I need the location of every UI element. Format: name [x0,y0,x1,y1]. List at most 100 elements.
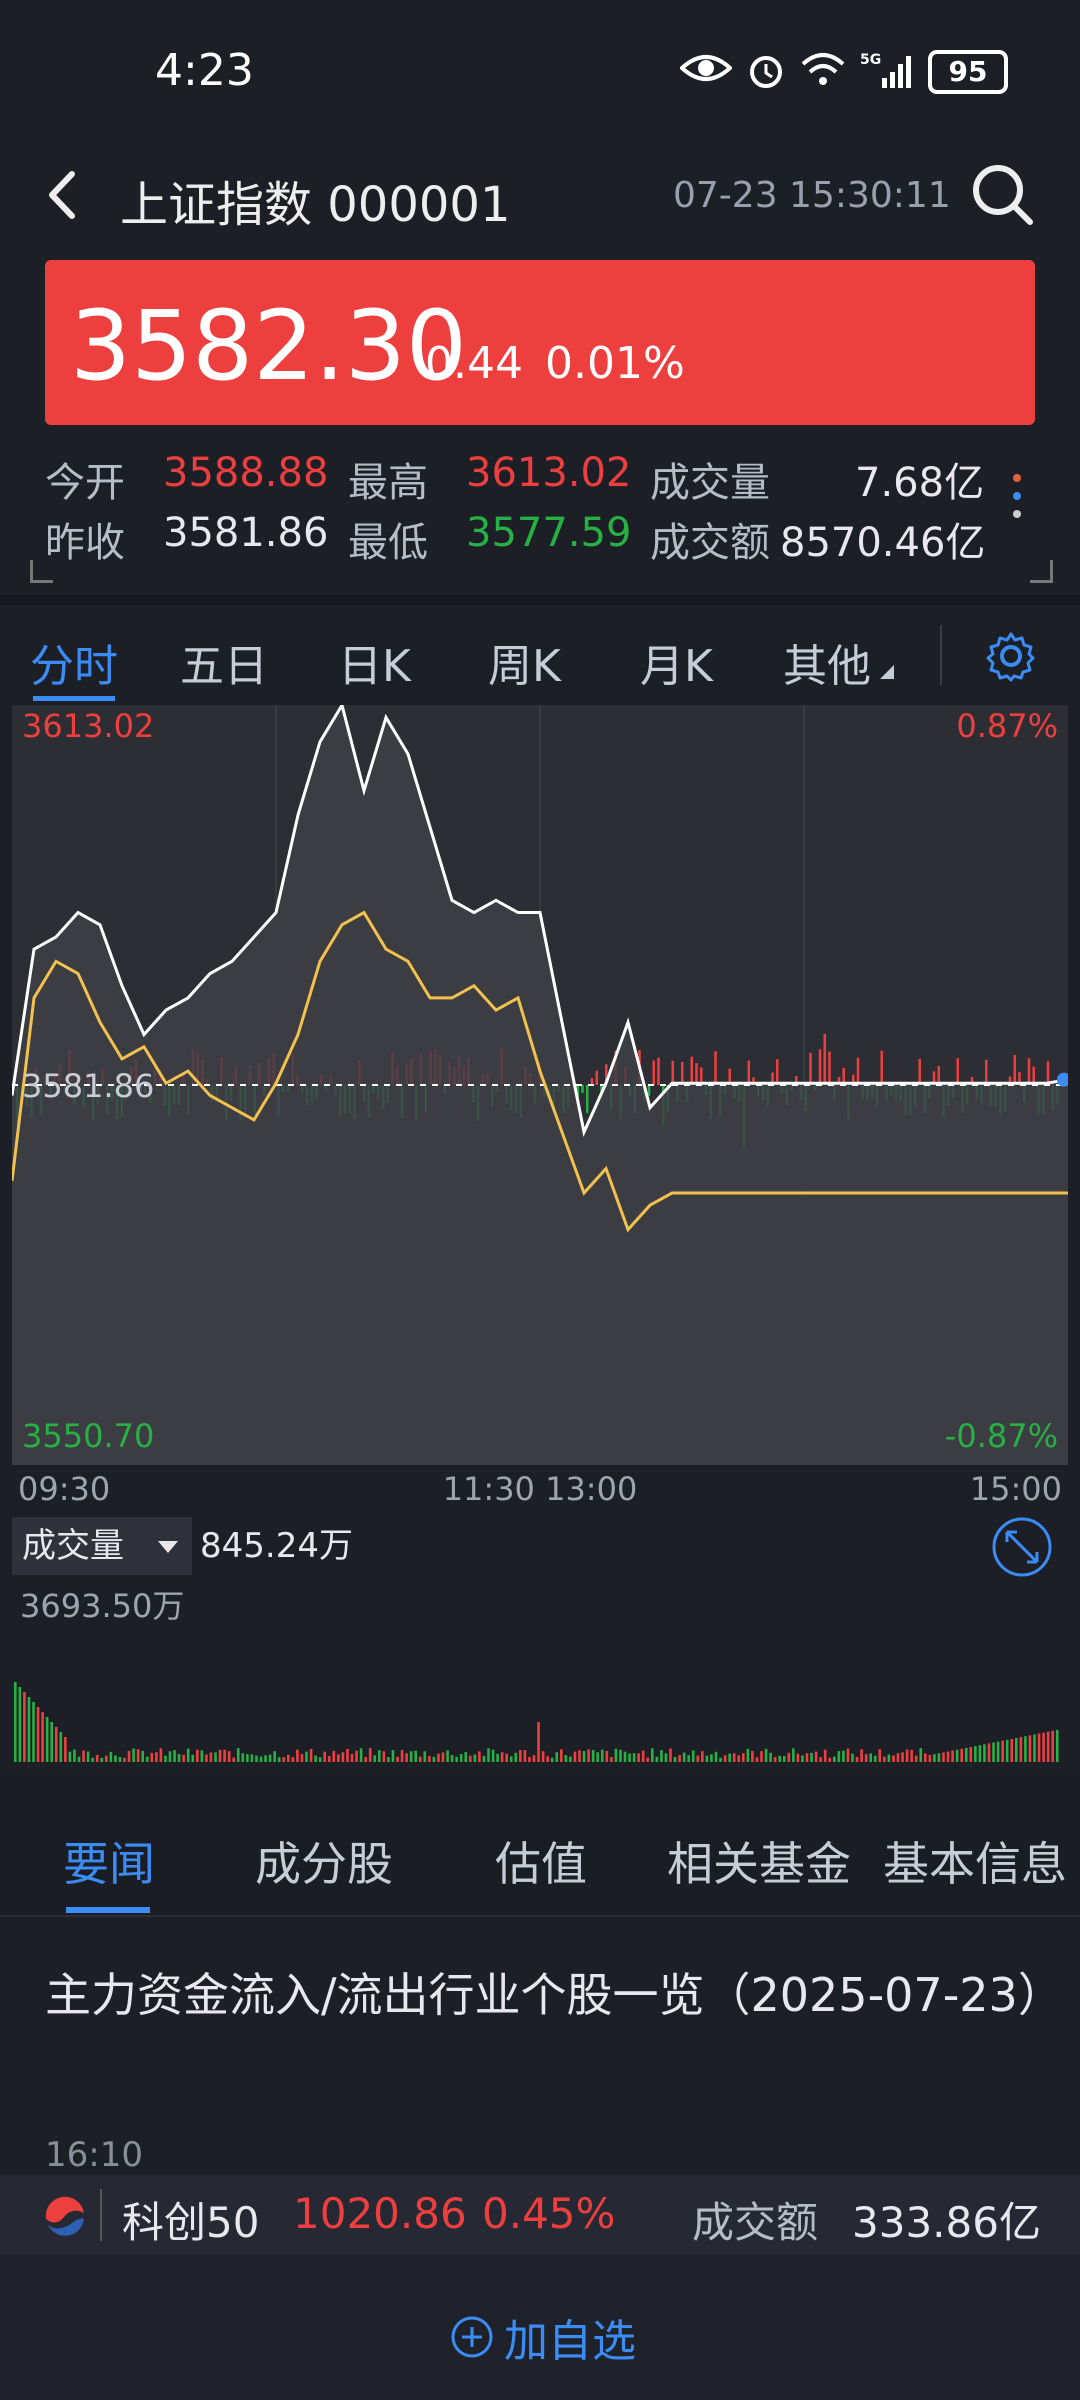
volume-bar [801,1755,804,1762]
volume-bar [155,1752,158,1762]
volume-bar [482,1755,486,1762]
volume-bar [264,1755,267,1762]
volume-bar [632,1753,636,1762]
intraday-volume-bar [695,1063,698,1085]
volume-bar [851,1753,854,1762]
volume-bar [223,1749,226,1762]
tab-daily-k[interactable]: 日K [338,630,411,694]
settings-gear-icon[interactable] [985,630,1037,682]
open-label: 今开 [45,460,125,506]
volume-bar [54,1727,58,1762]
pct-tick-low: -0.87% [945,1417,1058,1455]
volume-bar [960,1748,963,1762]
volume-bar [473,1754,477,1762]
volume-bar [587,1749,590,1762]
volume-bar [787,1752,791,1762]
volume-bar [59,1732,63,1762]
volume-bar [901,1752,904,1762]
alarm-icon [750,56,782,88]
volume-bar [236,1748,240,1762]
volume-bar [227,1751,231,1762]
back-arrow-icon[interactable] [38,160,88,230]
volume-bar [100,1757,104,1762]
intraday-volume-bar [671,1060,674,1085]
price-change-pct: 0.01% [545,338,685,389]
x-tick-open: 09:30 [18,1470,110,1508]
intraday-volume-bar [581,1085,584,1093]
volume-bar [714,1751,718,1762]
news-tab-basic-info[interactable]: 基本信息 [883,1828,1067,1894]
volume-bar [928,1755,932,1762]
volume-bar [937,1753,941,1762]
tab-weekly-k[interactable]: 周K [488,630,561,694]
volume-bar [118,1757,122,1762]
volume-bar [141,1750,144,1762]
volume-bar [123,1757,126,1762]
volume-bar [614,1748,618,1762]
tab-other[interactable]: 其他 [783,630,871,694]
volume-bar [145,1756,149,1762]
tab-intraday[interactable]: 分时 [30,630,118,694]
prev-close-label: 昨收 [45,520,125,566]
volume-bar [569,1756,572,1762]
volume-bar [478,1751,481,1762]
volume-bar [196,1749,199,1762]
divider [0,1915,1080,1917]
news-tab-headlines[interactable]: 要闻 [63,1828,155,1894]
volume-bar [933,1754,936,1762]
volume-bar [382,1751,386,1762]
volume-bar [860,1749,863,1762]
volume-bar [746,1748,750,1762]
volume-bar [378,1750,381,1762]
news-tab-related-funds[interactable]: 相关基金 [667,1828,851,1894]
volume-bar [318,1757,322,1762]
volume-bar [450,1755,454,1762]
volume-bar [273,1751,276,1762]
ticker-price: 1020.86 [293,2189,467,2238]
related-index-ticker[interactable]: 科创50 1020.86 0.45% 成交额 333.86亿 [0,2175,1080,2255]
news-tab-valuation[interactable]: 估值 [495,1828,587,1894]
volume-bar [969,1747,973,1762]
intraday-chart[interactable]: 3613.02 3581.86 3550.70 0.87% -0.87% 09:… [12,705,1068,1765]
volume-bar [491,1749,495,1762]
plus-circle-icon [451,2316,493,2358]
volume-bar [1042,1732,1045,1762]
tab-five-day[interactable]: 五日 [180,630,268,694]
intraday-volume-bar [690,1056,693,1085]
intraday-volume-bar [747,1060,750,1085]
volume-bar [409,1751,413,1762]
volume-bar [514,1752,518,1762]
volume-bar [268,1754,272,1762]
intraday-volume-bar [714,1051,717,1085]
volume-bar [1005,1739,1009,1762]
intraday-volume-bar [776,1059,779,1085]
volume-bar [136,1749,140,1762]
volume-bar [105,1755,108,1762]
volume-bar [509,1756,513,1762]
volume-bar [742,1753,745,1762]
intraday-volume-bar [809,1052,812,1085]
more-stats-dots[interactable] [1010,470,1024,540]
volume-bar [432,1756,436,1762]
high-value: 3613.02 [466,450,632,496]
add-watchlist-button[interactable]: 加自选 [450,2305,636,2369]
volume-bar [1024,1736,1027,1762]
volume-bar [373,1755,377,1762]
volume-bar [773,1756,777,1762]
volume-bar [405,1753,408,1762]
intraday-volume-bar [880,1050,883,1085]
news-tab-constituents[interactable]: 成分股 [255,1828,393,1894]
volume-bar [182,1754,185,1762]
news-item-title[interactable]: 主力资金流入/流出行业个股一览（2025-07-23） [45,1965,1064,2025]
search-icon[interactable] [968,160,1038,230]
volume-bar [819,1757,822,1762]
volume-bar [732,1753,736,1762]
divider [100,2189,102,2241]
volume-bar [810,1752,813,1762]
volume-bar [955,1749,959,1762]
open-value: 3588.88 [163,450,329,496]
volume-bar [637,1753,640,1762]
tab-monthly-k[interactable]: 月K [640,630,713,694]
intraday-volume-bar [586,1085,589,1113]
volume-bar [455,1756,458,1762]
